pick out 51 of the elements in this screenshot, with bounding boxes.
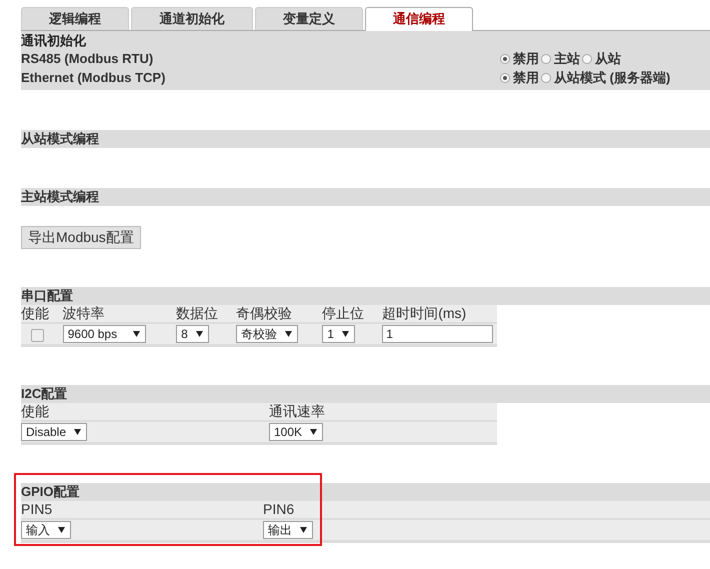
tab[interactable]: 通道初始化 (131, 7, 253, 30)
tab[interactable]: 变量定义 (255, 7, 363, 30)
dropdown[interactable]: 1 (322, 325, 355, 343)
radio-button[interactable] (582, 54, 592, 64)
radio-label[interactable]: 禁用 (513, 50, 539, 68)
radio-button[interactable] (541, 72, 551, 82)
dropdown[interactable]: 8 (176, 325, 209, 343)
column-header: 超时时间(ms) (382, 305, 466, 321)
tab[interactable]: 通信编程 (365, 7, 473, 31)
checkbox[interactable] (31, 328, 44, 342)
column-header: 使能 (21, 305, 49, 321)
section-title: 主站模式编程 (21, 188, 710, 206)
tab[interactable]: 逻辑编程 (21, 7, 129, 30)
caret-icon (132, 331, 140, 337)
caret-icon (74, 429, 82, 435)
column-header: 波特率 (62, 305, 105, 321)
radio-label[interactable]: 从站 (595, 50, 621, 68)
dropdown[interactable]: Disable (21, 423, 88, 441)
dropdown[interactable]: 100K (269, 423, 324, 441)
dropdown[interactable]: 输入 (21, 521, 71, 539)
section-title: 通讯初始化 (21, 32, 87, 49)
caret-icon (342, 331, 349, 337)
caret-icon (300, 527, 307, 533)
radio-button[interactable] (500, 72, 510, 82)
radio-button[interactable] (500, 54, 510, 64)
section-title: I2C配置 (21, 385, 710, 403)
setting-label: RS485 (Modbus RTU) (21, 51, 154, 66)
input-field[interactable]: 1 (382, 325, 493, 343)
dropdown[interactable]: 9600 bps (62, 325, 146, 343)
dropdown[interactable]: 奇校验 (236, 325, 298, 343)
column-header: 停止位 (322, 305, 364, 321)
radio-button[interactable] (541, 54, 551, 64)
caret-icon (196, 331, 203, 337)
setting-label: Ethernet (Modbus TCP) (21, 70, 166, 85)
dropdown[interactable]: 输出 (263, 521, 313, 539)
column-header: 使能 (21, 403, 49, 419)
radio-label[interactable]: 禁用 (513, 68, 539, 86)
caret-icon (310, 429, 318, 435)
caret-icon (285, 331, 292, 337)
column-header: PIN6 (263, 501, 294, 517)
radio-label[interactable]: 从站模式 (服务器端) (554, 68, 670, 86)
section-title: 从站模式编程 (21, 130, 710, 148)
column-header: PIN5 (21, 501, 52, 517)
column-header: 通讯速率 (269, 403, 325, 419)
column-header: 数据位 (176, 305, 218, 321)
section-title: 串口配置 (21, 287, 710, 305)
section-title: GPIO配置 (21, 483, 710, 501)
radio-label[interactable]: 主站 (554, 50, 580, 68)
column-header: 奇偶校验 (236, 305, 292, 321)
export-button[interactable]: 导出Modbus配置 (21, 226, 141, 249)
caret-icon (58, 527, 65, 533)
